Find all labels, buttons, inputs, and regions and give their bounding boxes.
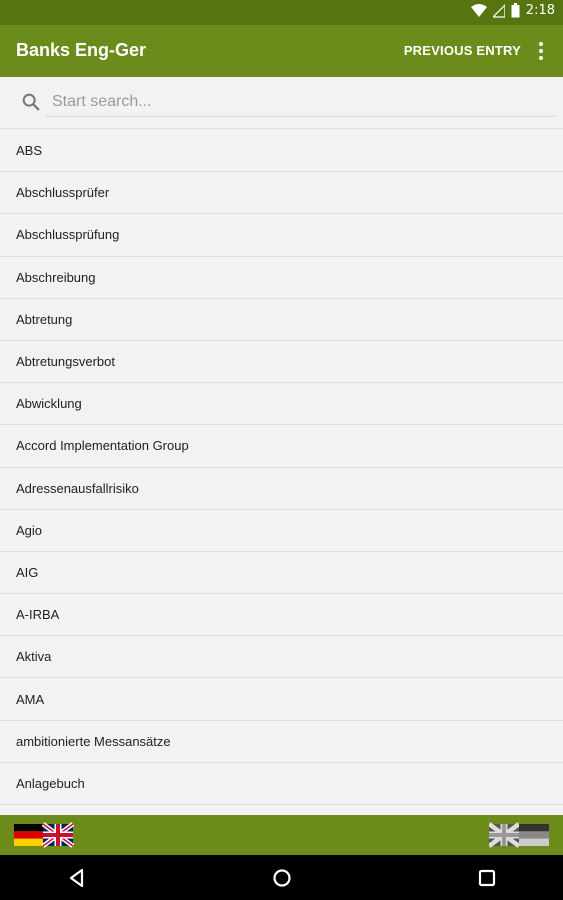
list-item[interactable]: Abschreibung	[0, 257, 563, 299]
status-time: 2:18	[525, 3, 555, 18]
more-vert-icon[interactable]	[531, 39, 551, 63]
flag-german-english-icon[interactable]	[14, 822, 74, 848]
list-item[interactable]: Abschlussprüfer	[0, 172, 563, 215]
list-item[interactable]: ambitionierte Messansätze	[0, 721, 563, 763]
search-bar	[0, 77, 563, 129]
system-nav-bar	[0, 855, 563, 900]
home-icon[interactable]	[271, 867, 293, 889]
list-item[interactable]: Agio	[0, 510, 563, 552]
list-item[interactable]: Abschlussprüfung	[0, 214, 563, 257]
app-title: Banks Eng-Ger	[16, 40, 147, 60]
recents-icon[interactable]	[476, 867, 498, 889]
app-bar: Banks Eng-Ger PREVIOUS ENTRY	[0, 25, 563, 77]
list-item[interactable]: Abwicklung	[0, 383, 563, 426]
search-input[interactable]	[46, 87, 556, 117]
signal-icon	[492, 3, 505, 18]
list-item[interactable]: AIG	[0, 552, 563, 595]
back-icon[interactable]	[66, 867, 88, 889]
flag-english-german-icon[interactable]	[489, 822, 549, 848]
status-icons: 2:18	[470, 3, 555, 18]
status-bar: 2:18	[0, 0, 563, 25]
list-item[interactable]: Abtretungsverbot	[0, 341, 563, 384]
list-item[interactable]: Aktiva	[0, 636, 563, 679]
list-item[interactable]: ABS	[0, 130, 563, 173]
search-icon	[22, 93, 40, 111]
list-item[interactable]: Anlagebuch	[0, 763, 563, 805]
entry-list[interactable]: ABS Abschlussprüfer Abschlussprüfung Abs…	[0, 130, 563, 815]
list-item[interactable]: AMA	[0, 678, 563, 721]
bottom-bar	[0, 815, 563, 855]
list-item[interactable]: Abtretung	[0, 299, 563, 341]
wifi-icon	[470, 3, 487, 17]
battery-icon	[511, 3, 520, 18]
list-item[interactable]: Adressenausfallrisiko	[0, 468, 563, 510]
previous-entry-button[interactable]: PREVIOUS ENTRY	[404, 43, 521, 58]
list-item[interactable]: A-IRBA	[0, 594, 563, 637]
list-item[interactable]: Accord Implementation Group	[0, 425, 563, 468]
